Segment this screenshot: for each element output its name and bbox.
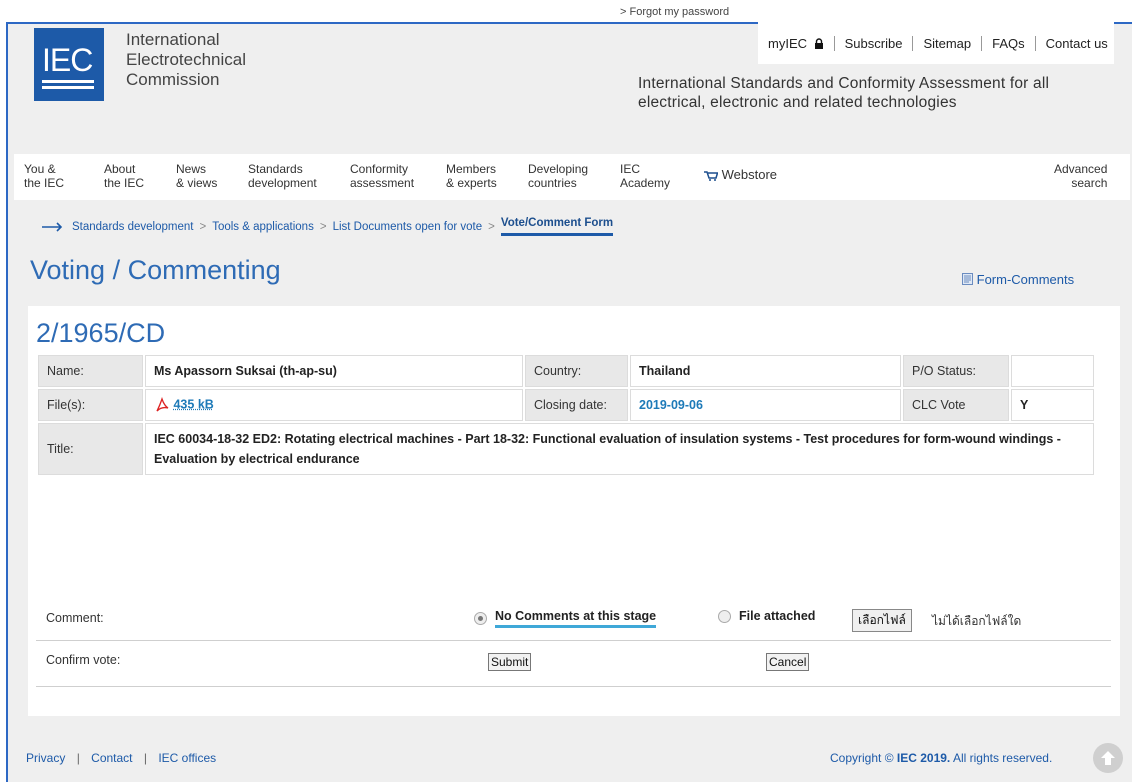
iec-offices-link[interactable]: IEC offices bbox=[158, 751, 216, 765]
title-label: Title: bbox=[38, 423, 143, 475]
logo-text: IEC bbox=[42, 42, 93, 78]
vote-panel: 2/1965/CD Name: Ms Apassorn Suksai (th-a… bbox=[28, 306, 1120, 716]
table-row: Name: Ms Apassorn Suksai (th-ap-su) Coun… bbox=[38, 355, 1094, 387]
copyright: Copyright © IEC 2019. All rights reserve… bbox=[830, 751, 1053, 765]
myiec-link[interactable]: myIEC bbox=[758, 35, 835, 51]
confirm-vote-label: Confirm vote: bbox=[46, 653, 121, 667]
file-attached-radio[interactable]: File attached bbox=[718, 609, 815, 623]
footer-links: Privacy | Contact | IEC offices bbox=[26, 751, 217, 765]
pdf-icon bbox=[156, 397, 169, 412]
iec-logo[interactable]: IEC bbox=[34, 28, 104, 101]
forgot-password-link[interactable]: > Forgot my password bbox=[620, 6, 729, 18]
nav-conformity-assessment[interactable]: Conformity assessment bbox=[350, 162, 414, 190]
clc-vote-value: Y bbox=[1011, 389, 1094, 421]
po-status-label: P/O Status: bbox=[903, 355, 1009, 387]
name-value: Ms Apassorn Suksai (th-ap-su) bbox=[145, 355, 523, 387]
tagline: International Standards and Conformity A… bbox=[638, 75, 1050, 111]
arrow-right-icon bbox=[42, 221, 63, 232]
org-name: International Electrotechnical Commissio… bbox=[126, 30, 247, 89]
document-id: 2/1965/CD bbox=[36, 318, 166, 348]
lock-icon bbox=[814, 37, 823, 49]
nav-you-and-the-iec[interactable]: You & the IEC bbox=[24, 162, 64, 190]
breadcrumb: Standards development > Tools & applicat… bbox=[42, 217, 614, 236]
document-info-table: Name: Ms Apassorn Suksai (th-ap-su) Coun… bbox=[36, 353, 1096, 477]
breadcrumb-item[interactable]: List Documents open for vote bbox=[333, 221, 483, 233]
comment-label: Comment: bbox=[46, 611, 104, 625]
cart-icon bbox=[704, 170, 718, 181]
title-value: IEC 60034-18-32 ED2: Rotating electrical… bbox=[145, 423, 1094, 475]
breadcrumb-item[interactable]: Standards development bbox=[72, 221, 193, 233]
radio-icon bbox=[718, 609, 731, 623]
breadcrumb-current: Vote/Comment Form bbox=[500, 217, 614, 236]
closing-date-label: Closing date: bbox=[525, 389, 628, 421]
page-title: Voting / Commenting bbox=[30, 255, 281, 285]
country-label: Country: bbox=[525, 355, 628, 387]
nav-advanced-search[interactable]: Advanced search bbox=[1054, 162, 1107, 190]
arrow-up-icon bbox=[1101, 751, 1115, 765]
nav-about-the-iec[interactable]: About the IEC bbox=[104, 162, 144, 190]
divider bbox=[36, 640, 1111, 641]
nav-webstore[interactable]: Webstore bbox=[704, 168, 777, 182]
contact-us-link[interactable]: Contact us bbox=[1036, 36, 1114, 51]
files-label: File(s): bbox=[38, 389, 143, 421]
name-label: Name: bbox=[38, 355, 143, 387]
divider bbox=[36, 686, 1111, 687]
no-comments-radio[interactable]: No Comments at this stage bbox=[474, 609, 657, 628]
clc-vote-label: CLC Vote bbox=[903, 389, 1009, 421]
cancel-button[interactable]: Cancel bbox=[766, 653, 810, 671]
nav-iec-academy[interactable]: IEC Academy bbox=[620, 162, 670, 190]
table-row: File(s): 435 kB Closing date: 2019-09-06… bbox=[38, 389, 1094, 421]
scroll-to-top-button[interactable] bbox=[1093, 743, 1123, 773]
main-nav: You & the IEC About the IEC News & views St… bbox=[14, 154, 1130, 200]
nav-standards-development[interactable]: Standards development bbox=[248, 162, 317, 190]
subscribe-link[interactable]: Subscribe bbox=[835, 35, 914, 51]
sitemap-link[interactable]: Sitemap bbox=[913, 35, 983, 51]
file-link[interactable]: 435 kB bbox=[145, 389, 523, 421]
nav-developing-countries[interactable]: Developing countries bbox=[528, 162, 588, 190]
country-value: Thailand bbox=[630, 355, 901, 387]
nav-members-and-experts[interactable]: Members & experts bbox=[446, 162, 497, 190]
radio-selected-icon bbox=[474, 612, 487, 625]
submit-button[interactable]: Submit bbox=[488, 653, 532, 671]
breadcrumb-item[interactable]: Tools & applications bbox=[212, 221, 314, 233]
table-row: Title: IEC 60034-18-32 ED2: Rotating ele… bbox=[38, 423, 1094, 475]
form-comments-link[interactable]: Form-Comments bbox=[962, 272, 1074, 287]
contact-link[interactable]: Contact bbox=[91, 751, 132, 765]
document-icon bbox=[962, 273, 973, 285]
privacy-link[interactable]: Privacy bbox=[26, 751, 65, 765]
nav-news-and-views[interactable]: News & views bbox=[176, 162, 217, 190]
no-file-chosen-text: ไม่ได้เลือกไฟล์ใด bbox=[932, 614, 1022, 628]
po-status-value bbox=[1011, 355, 1094, 387]
faqs-link[interactable]: FAQs bbox=[982, 35, 1036, 51]
choose-file-button[interactable]: เลือกไฟล์ bbox=[852, 609, 912, 632]
closing-date-value: 2019-09-06 bbox=[630, 389, 901, 421]
top-links: myIEC Subscribe Sitemap FAQs Contact us bbox=[758, 22, 1114, 64]
